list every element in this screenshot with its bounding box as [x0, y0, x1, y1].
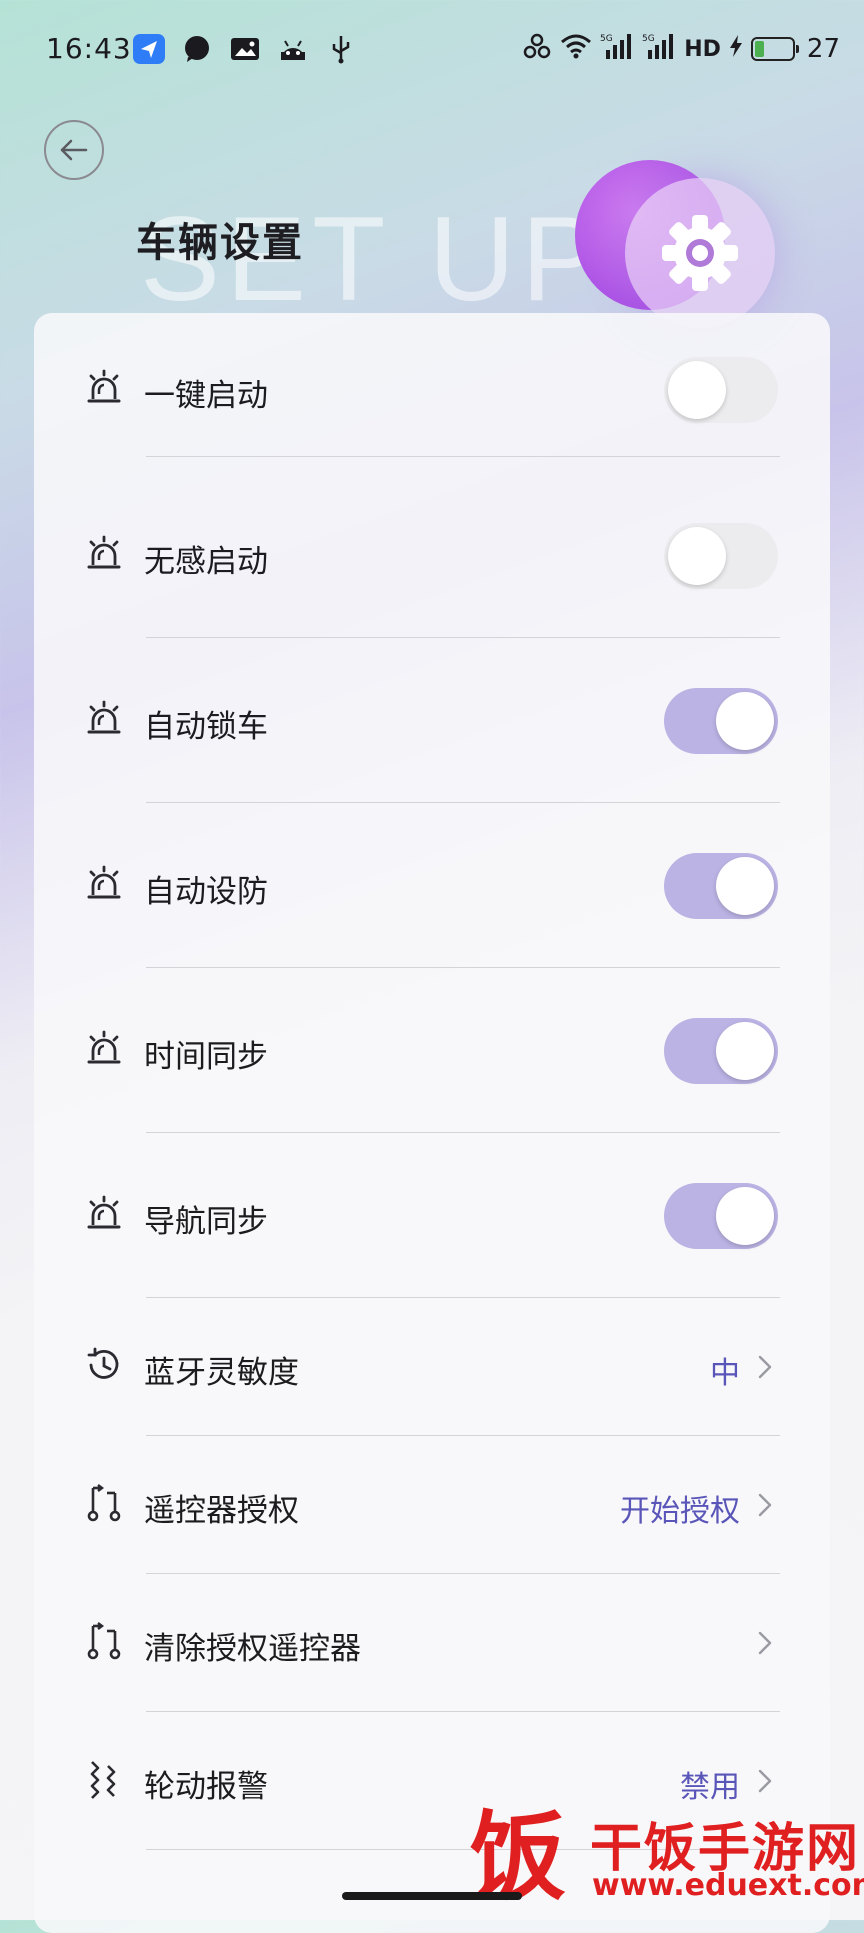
- hotspot-icon: [522, 32, 552, 66]
- siren-icon: [84, 699, 124, 739]
- vibration-icon: [84, 1759, 124, 1799]
- setting-label: 自动锁车: [144, 708, 268, 745]
- svg-text:5G: 5G: [642, 34, 655, 44]
- battery-percent: 27: [806, 34, 840, 64]
- image-icon: [228, 34, 262, 64]
- siren-icon: [84, 1029, 124, 1069]
- setting-label: 导航同步: [144, 1203, 268, 1240]
- watermark-url: www.eduext.com: [592, 1868, 864, 1903]
- settings-badge: [625, 178, 775, 328]
- chevron-right-icon[interactable]: [752, 1354, 778, 1380]
- setting-toggle[interactable]: [664, 1017, 778, 1084]
- usb-icon: [324, 34, 358, 64]
- history-icon: [84, 1345, 124, 1385]
- setting-toggle[interactable]: [664, 852, 778, 919]
- siren-icon: [84, 1194, 124, 1234]
- setting-toggle[interactable]: [664, 357, 778, 423]
- setting-label: 时间同步: [144, 1038, 268, 1075]
- toggle-knob: [716, 1186, 774, 1245]
- setting-row: 一键启动: [34, 323, 830, 457]
- charging-icon: [729, 35, 743, 63]
- siren-icon: [84, 864, 124, 904]
- chat-bubble-icon: [180, 34, 214, 64]
- setting-row[interactable]: 遥控器授权 开始授权: [34, 1436, 830, 1574]
- setting-row: 自动设防: [34, 803, 830, 968]
- page-title: 车辆设置: [136, 220, 304, 266]
- setting-row: 自动锁车: [34, 638, 830, 803]
- signal-5g-icon: 5G: [600, 32, 634, 66]
- toggle-knob: [716, 1021, 774, 1080]
- status-bar: 16:43 5G 5G HD 27: [0, 0, 864, 100]
- setting-label: 遥控器授权: [144, 1493, 299, 1529]
- siren-icon: [84, 368, 124, 408]
- chevron-right-icon[interactable]: [752, 1768, 778, 1794]
- row-divider: [146, 456, 780, 457]
- transfer-icon: [84, 1621, 124, 1661]
- setting-label: 蓝牙灵敏度: [144, 1355, 299, 1391]
- status-time: 16:43: [46, 32, 132, 65]
- toggle-knob: [716, 856, 774, 915]
- siren-icon: [84, 534, 124, 574]
- hd-label: HD: [684, 36, 721, 62]
- setting-value[interactable]: 开始授权: [620, 1486, 740, 1530]
- setting-toggle[interactable]: [664, 687, 778, 754]
- setting-label: 轮动报警: [144, 1769, 268, 1805]
- setting-label: 一键启动: [144, 378, 268, 414]
- svg-text:5G: 5G: [600, 34, 613, 44]
- back-button[interactable]: [44, 120, 104, 180]
- setting-label: 自动设防: [144, 873, 268, 910]
- watermark-logo: 饭 干饭手游网 www.eduext.com: [470, 1800, 864, 1920]
- battery-icon: [750, 37, 799, 61]
- transfer-icon: [84, 1483, 124, 1523]
- signal-5g-icon: 5G: [642, 32, 676, 66]
- setting-toggle[interactable]: [664, 522, 778, 589]
- chevron-right-icon[interactable]: [752, 1630, 778, 1656]
- setting-label: 无感启动: [144, 543, 268, 580]
- chevron-right-icon[interactable]: [752, 1492, 778, 1518]
- toggle-knob: [668, 361, 726, 419]
- system-icons: 5G 5G HD 27: [522, 32, 840, 66]
- gear-icon: [662, 215, 738, 291]
- toggle-knob: [716, 691, 774, 750]
- android-icon: [276, 34, 310, 64]
- setting-row: 导航同步: [34, 1133, 830, 1298]
- setting-label: 清除授权遥控器: [144, 1631, 361, 1667]
- setting-row[interactable]: 蓝牙灵敏度 中: [34, 1298, 830, 1436]
- notification-icons: [132, 34, 358, 64]
- wifi-icon: [560, 33, 592, 65]
- setting-row: 时间同步: [34, 968, 830, 1133]
- setting-row: 无感启动: [34, 473, 830, 638]
- setting-value[interactable]: 中: [710, 1348, 740, 1392]
- arrow-left-icon: [60, 139, 88, 161]
- navigation-icon: [132, 34, 166, 64]
- home-indicator[interactable]: [342, 1892, 522, 1900]
- setting-row[interactable]: 清除授权遥控器: [34, 1574, 830, 1712]
- setting-toggle[interactable]: [664, 1182, 778, 1249]
- toggle-knob: [668, 526, 726, 585]
